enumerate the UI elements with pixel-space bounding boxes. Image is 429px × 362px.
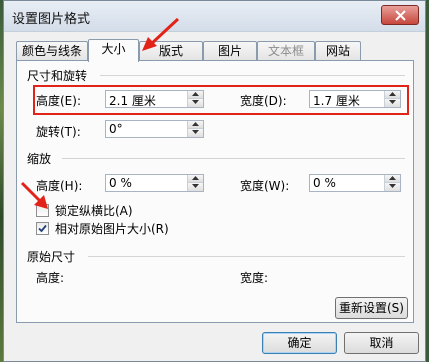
checkmark-icon: [38, 224, 47, 233]
rotate-stepper[interactable]: 0°: [105, 120, 204, 138]
tab-size[interactable]: 大小: [88, 39, 139, 62]
spin-down-icon: [389, 184, 396, 188]
scale-height-value: 0 %: [109, 176, 132, 190]
dialog-title: 设置图片格式: [12, 12, 91, 27]
relative-original-label: 相对原始图片大小(R): [55, 222, 169, 236]
stepper-arrows: [187, 175, 203, 191]
divider: [88, 256, 405, 257]
scale-width-label: 宽度(W):: [240, 179, 290, 193]
spin-up-icon: [192, 122, 199, 126]
divider: [62, 158, 405, 159]
close-button[interactable]: [381, 5, 419, 25]
close-icon: [395, 10, 406, 21]
spin-down-button[interactable]: [188, 183, 203, 191]
spin-down-icon: [192, 184, 199, 188]
rotate-label: 旋转(T):: [36, 125, 81, 139]
tab-color-lines[interactable]: 颜色与线条: [16, 41, 88, 61]
lock-aspect-label: 锁定纵横比(A): [55, 204, 133, 218]
divider: [100, 75, 405, 76]
annotation-arrow-icon: [142, 17, 180, 51]
spin-down-button[interactable]: [188, 129, 203, 137]
spin-up-button[interactable]: [188, 121, 203, 129]
reset-button[interactable]: 重新设置(S): [335, 297, 408, 319]
spin-up-button[interactable]: [188, 175, 203, 183]
spin-up-icon: [389, 176, 396, 180]
tab-picture[interactable]: 图片: [203, 41, 257, 61]
spin-up-icon: [192, 176, 199, 180]
stepper-arrows: [384, 175, 400, 191]
titlebar: 设置图片格式: [4, 1, 425, 32]
scale-height-stepper[interactable]: 0 %: [105, 174, 204, 192]
stepper-arrows: [187, 121, 203, 137]
original-width-label: 宽度:: [240, 271, 269, 285]
section-size-rotate: 尺寸和旋转: [27, 69, 88, 83]
red-highlight-box: [33, 85, 409, 115]
spin-down-icon: [192, 130, 199, 134]
format-picture-dialog: 设置图片格式 颜色与线条 大小 版式 图片 文本框 网站 尺寸和旋转 高度(E)…: [3, 0, 426, 362]
annotation-arrow-icon: [20, 181, 48, 209]
scale-width-stepper[interactable]: 0 %: [309, 174, 401, 192]
tab-textbox: 文本框: [257, 41, 315, 61]
spin-down-button[interactable]: [385, 183, 400, 191]
scale-width-value: 0 %: [313, 176, 336, 190]
tab-website[interactable]: 网站: [315, 41, 361, 61]
rotate-value: 0°: [109, 122, 123, 136]
ok-button[interactable]: 确定: [262, 332, 337, 354]
cancel-button[interactable]: 取消: [344, 332, 419, 354]
relative-original-checkbox[interactable]: [36, 222, 49, 235]
section-scale: 缩放: [27, 152, 52, 166]
original-height-label: 高度:: [36, 271, 65, 285]
section-original-size: 原始尺寸: [27, 250, 76, 264]
spin-up-button[interactable]: [385, 175, 400, 183]
